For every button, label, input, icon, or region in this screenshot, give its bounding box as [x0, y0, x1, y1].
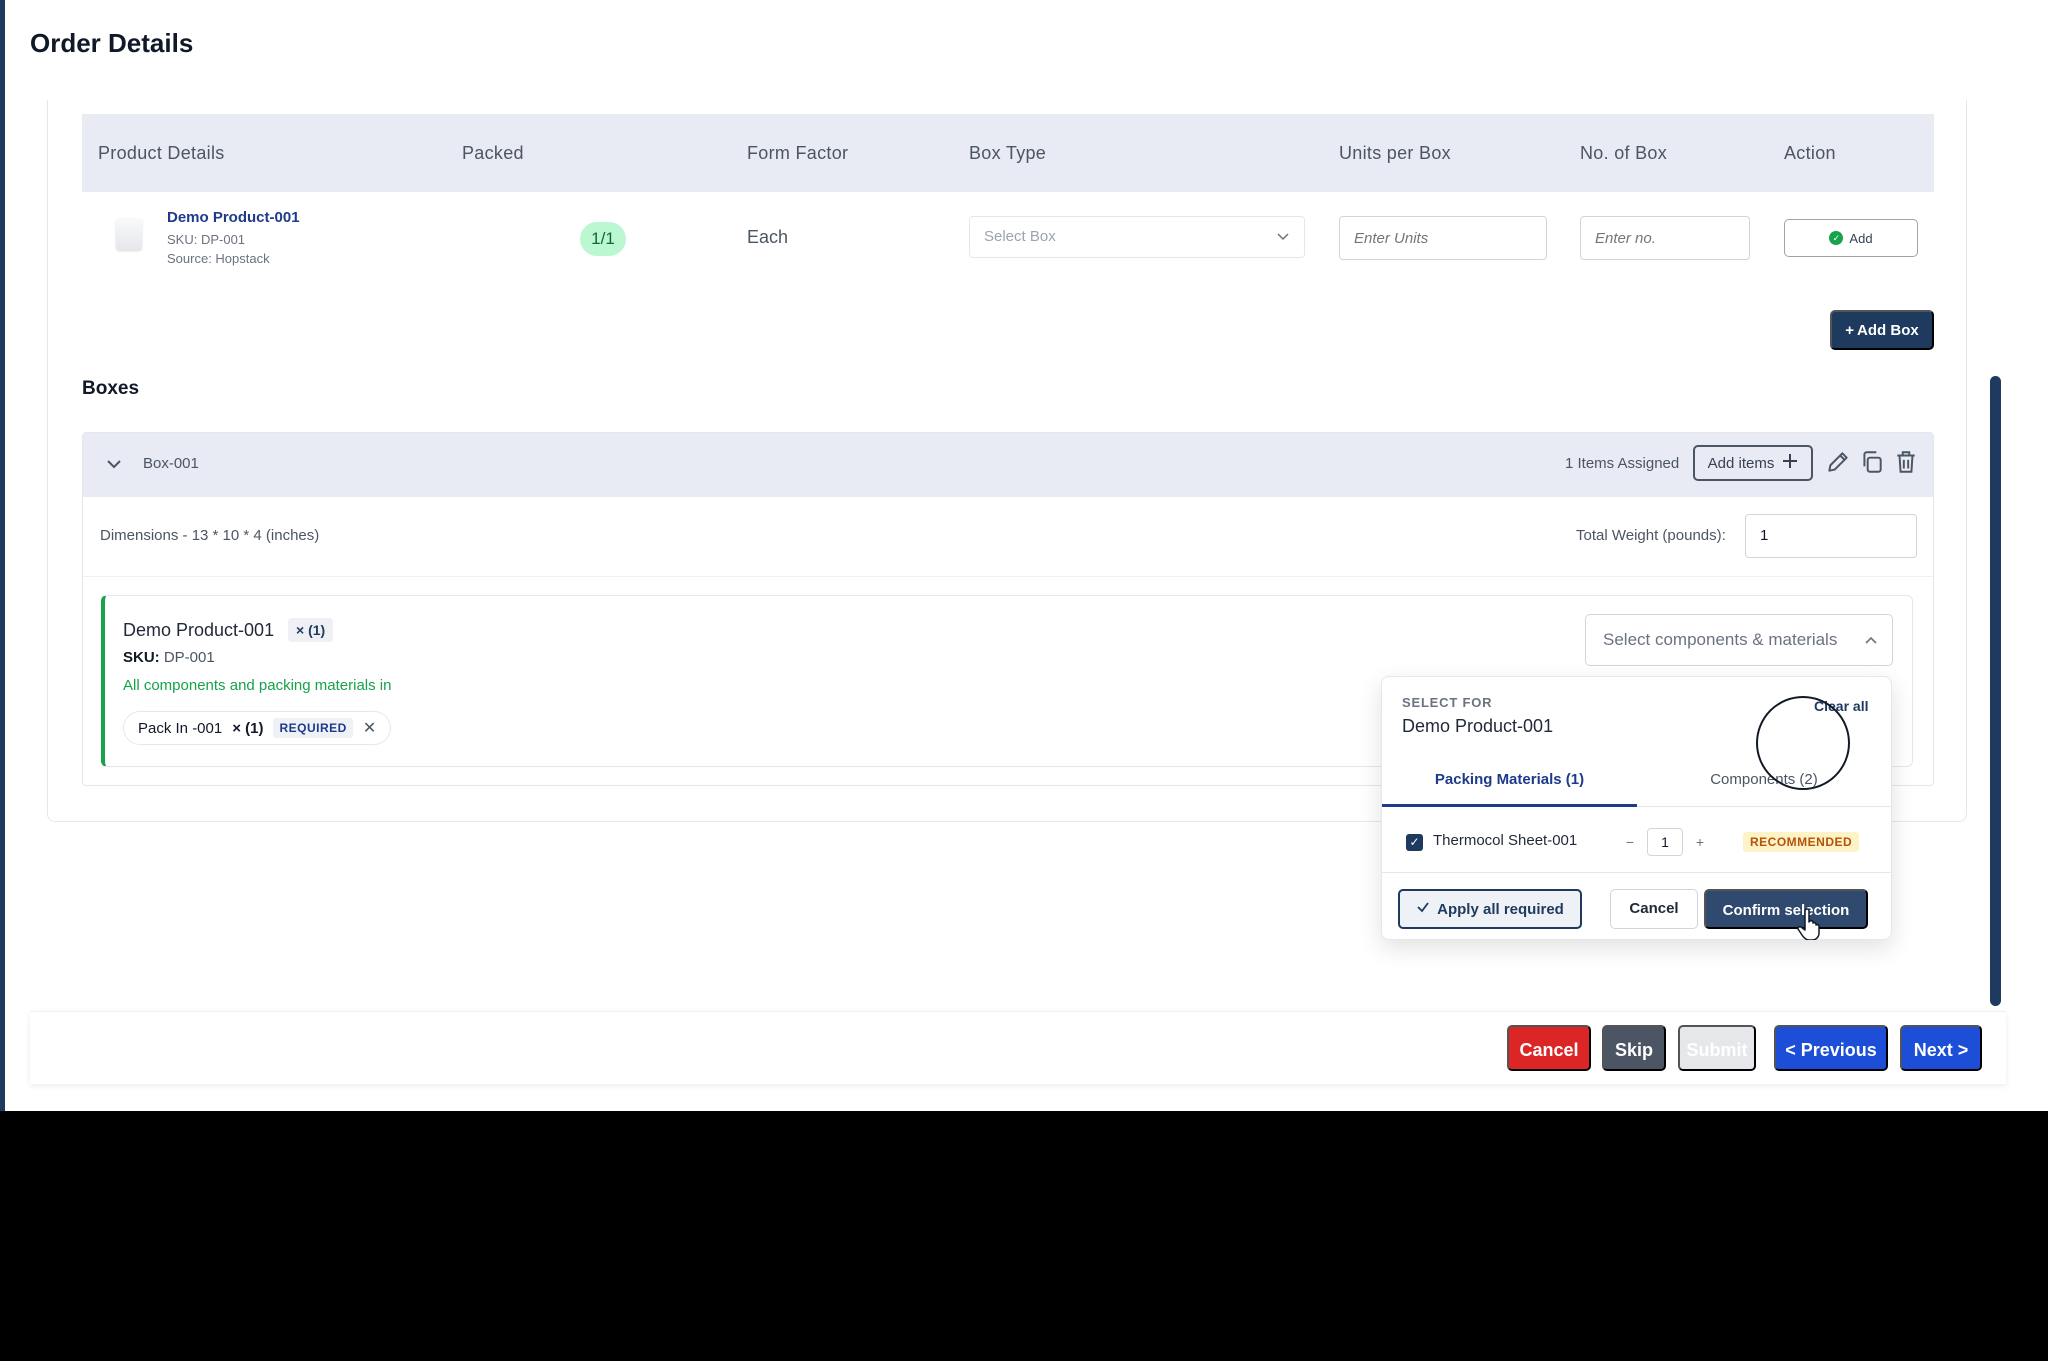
- plus-icon: +: [1845, 321, 1855, 339]
- boxes-title: Boxes: [82, 378, 140, 399]
- previous-button[interactable]: < Previous: [1774, 1025, 1888, 1071]
- item-sku-value: DP-001: [163, 649, 215, 666]
- decrement-button[interactable]: −: [1619, 829, 1641, 855]
- total-weight-input[interactable]: 1: [1745, 514, 1917, 558]
- form-factor-value: Each: [747, 227, 789, 247]
- packed-badge: 1/1: [580, 222, 626, 256]
- add-items-label: Add items: [1707, 454, 1775, 472]
- pencil-icon[interactable]: [1825, 449, 1851, 475]
- copy-icon[interactable]: [1859, 449, 1885, 475]
- header-packed: Packed: [462, 143, 524, 163]
- add-items-button[interactable]: Add items: [1693, 445, 1813, 481]
- submit-button[interactable]: Submit: [1678, 1025, 1756, 1071]
- header-no-of-box: No. of Box: [1580, 143, 1668, 163]
- page-title: Order Details: [30, 28, 194, 58]
- add-box-label: Add Box: [1857, 321, 1919, 339]
- chip-label: Pack In -001: [138, 719, 223, 737]
- recommended-badge: RECOMMENDED: [1743, 832, 1860, 852]
- box-type-placeholder: Select Box: [984, 228, 1056, 245]
- select-for-product: Demo Product-001: [1402, 716, 1554, 736]
- item-status: All components and packing materials in: [123, 677, 392, 694]
- components-select[interactable]: Select components & materials: [1585, 614, 1893, 666]
- box-header[interactable]: Box-001 1 Items Assigned Add items: [83, 433, 1933, 497]
- components-select-label: Select components & materials: [1603, 630, 1838, 649]
- quantity-value[interactable]: 1: [1647, 828, 1683, 856]
- item-qty-tag: × (1): [288, 618, 334, 642]
- product-sku: SKU: DP-001: [167, 232, 246, 247]
- add-row-label: Add: [1849, 230, 1873, 246]
- close-icon[interactable]: ✕: [363, 718, 376, 738]
- items-assigned-count: 1 Items Assigned: [1565, 455, 1680, 472]
- product-table-header: Product Details Packed Form Factor Box T…: [82, 114, 1934, 192]
- list-item: ✓ Thermocol Sheet-001 − 1 + RECOMMENDED: [1382, 807, 1891, 873]
- header-box-type: Box Type: [969, 143, 1047, 163]
- item-sku-label: SKU:: [123, 649, 160, 666]
- apply-all-required-label: Apply all required: [1437, 900, 1564, 918]
- material-name: Thermocol Sheet-001: [1433, 832, 1578, 849]
- product-source: Source: Hopstack: [167, 251, 270, 266]
- left-edge-bar: [0, 0, 5, 1111]
- box-type-select[interactable]: Select Box: [969, 216, 1305, 258]
- product-name-link[interactable]: Demo Product-001: [167, 209, 300, 226]
- select-for-label: SELECT FOR: [1402, 695, 1493, 710]
- components-popover: SELECT FOR Demo Product-001 Clear all Pa…: [1381, 676, 1892, 940]
- total-weight-label: Total Weight (pounds):: [1576, 527, 1726, 544]
- clear-all-button[interactable]: Clear all: [1814, 698, 1868, 714]
- chip-qty: × (1): [232, 719, 264, 737]
- units-per-box-input[interactable]: [1339, 216, 1547, 260]
- checkbox-icon[interactable]: ✓: [1406, 834, 1423, 851]
- add-box-button[interactable]: + Add Box: [1830, 310, 1934, 350]
- required-badge: REQUIRED: [273, 718, 353, 738]
- box-name: Box-001: [143, 455, 199, 472]
- packing-chip: Pack In -001 × (1) REQUIRED ✕: [123, 711, 392, 745]
- next-button[interactable]: Next >: [1900, 1025, 1982, 1071]
- table-row: Demo Product-001 SKU: DP-001 Source: Hop…: [82, 192, 1934, 284]
- product-thumbnail: [116, 218, 142, 250]
- popover-cancel-button[interactable]: Cancel: [1610, 889, 1698, 929]
- check-icon: [1416, 900, 1430, 918]
- no-of-box-input[interactable]: [1580, 216, 1750, 260]
- tab-components[interactable]: Components (2): [1637, 757, 1891, 807]
- plus-icon: [1782, 453, 1798, 473]
- header-product-details: Product Details: [98, 143, 225, 163]
- cancel-button[interactable]: Cancel: [1507, 1025, 1591, 1071]
- scrollbar[interactable]: [1990, 376, 2001, 1006]
- header-form-factor: Form Factor: [747, 143, 849, 163]
- increment-button[interactable]: +: [1689, 829, 1711, 855]
- app-viewport: Order Details Product Details Packed For…: [0, 0, 2048, 1111]
- quantity-stepper: − 1 +: [1619, 828, 1711, 856]
- box-dimensions: Dimensions - 13 * 10 * 4 (inches): [100, 527, 320, 544]
- check-circle-icon: ✓: [1829, 231, 1844, 245]
- apply-all-required-button[interactable]: Apply all required: [1398, 889, 1582, 929]
- item-sku: SKU: DP-001: [123, 649, 215, 666]
- item-name: Demo Product-001: [123, 620, 275, 640]
- skip-button[interactable]: Skip: [1602, 1025, 1666, 1071]
- footer-bar: Cancel Skip Submit < Previous Next >: [30, 1011, 2006, 1084]
- dimensions-row: Dimensions - 13 * 10 * 4 (inches) Total …: [83, 497, 1933, 577]
- trash-icon[interactable]: [1893, 449, 1919, 475]
- confirm-selection-button[interactable]: Confirm selection: [1704, 889, 1868, 929]
- add-row-button[interactable]: ✓ Add: [1784, 219, 1918, 257]
- chevron-down-icon[interactable]: [105, 453, 123, 480]
- header-units-per-box: Units per Box: [1339, 143, 1451, 163]
- chevron-up-icon: [1864, 615, 1878, 685]
- header-action: Action: [1784, 143, 1836, 163]
- tab-packing-materials[interactable]: Packing Materials (1): [1382, 757, 1637, 807]
- popover-tabs: Packing Materials (1) Components (2): [1382, 757, 1891, 807]
- chevron-down-icon: [1276, 217, 1290, 273]
